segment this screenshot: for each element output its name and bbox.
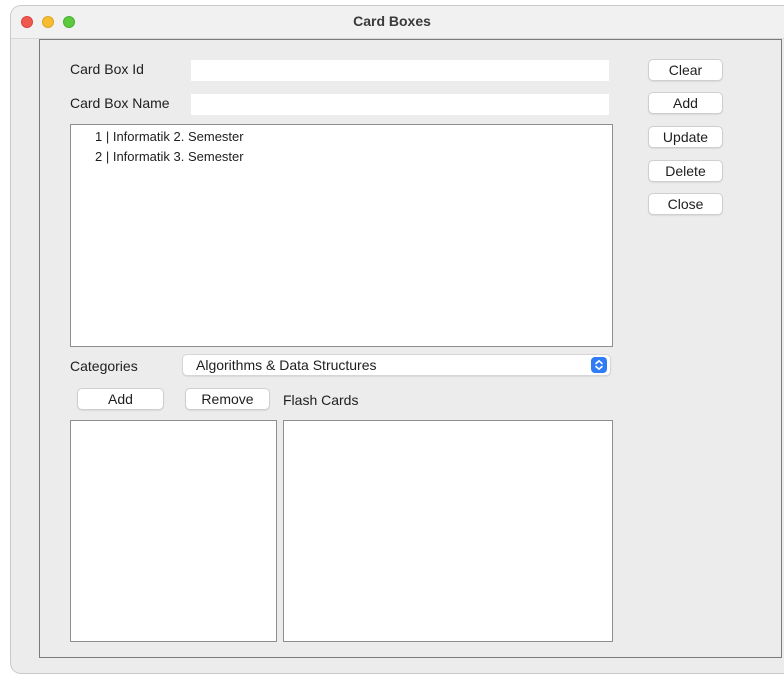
card-boxes-window: Card Boxes Card Box Id Card Box Name 1 |… xyxy=(11,6,784,673)
card-box-name-field[interactable] xyxy=(191,94,609,115)
title-bar[interactable]: Card Boxes xyxy=(11,6,784,39)
main-panel: Card Box Id Card Box Name 1 | Informatik… xyxy=(39,39,782,658)
list-item[interactable]: 1 | Informatik 2. Semester xyxy=(71,127,612,147)
card-box-id-label: Card Box Id xyxy=(70,61,144,77)
card-box-id-field[interactable] xyxy=(191,60,609,81)
card-box-name-label: Card Box Name xyxy=(70,95,170,111)
window-title: Card Boxes xyxy=(353,13,431,29)
category-list[interactable] xyxy=(70,420,277,642)
delete-button[interactable]: Delete xyxy=(648,160,723,182)
clear-button[interactable]: Clear xyxy=(648,59,723,81)
flash-card-list[interactable] xyxy=(283,420,613,642)
update-button[interactable]: Update xyxy=(648,126,723,148)
flash-cards-label: Flash Cards xyxy=(283,392,359,408)
list-item[interactable]: 2 | Informatik 3. Semester xyxy=(71,147,612,167)
add-card-box-button[interactable]: Add xyxy=(648,92,723,114)
category-select[interactable]: Algorithms & Data Structures xyxy=(182,354,611,376)
card-box-list[interactable]: 1 | Informatik 2. Semester 2 | Informati… xyxy=(70,124,613,347)
add-category-button[interactable]: Add xyxy=(77,388,164,410)
close-button[interactable]: Close xyxy=(648,193,723,215)
remove-category-button[interactable]: Remove xyxy=(185,388,270,410)
category-select-value: Algorithms & Data Structures xyxy=(196,357,377,373)
chevron-up-down-icon xyxy=(591,357,607,373)
categories-label: Categories xyxy=(70,358,138,374)
